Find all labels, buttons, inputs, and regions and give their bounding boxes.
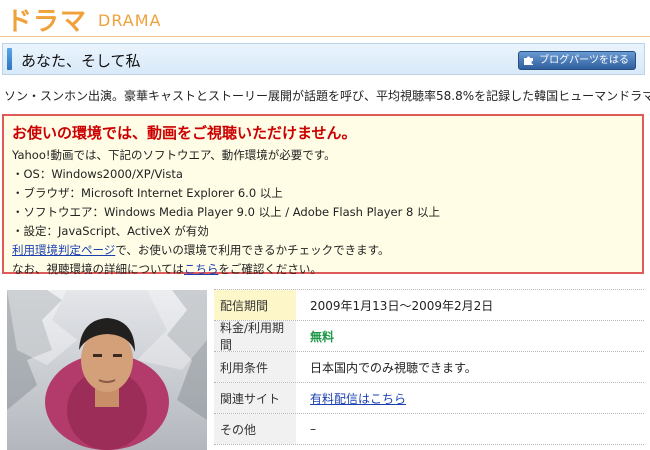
- requirement-software: ・ソフトウエア：Windows Media Player 9.0 以上 / Ad…: [12, 205, 440, 219]
- fee-label: 料金/利用期間: [214, 321, 296, 352]
- requirement-os: ・OS：Windows2000/XP/Vista: [12, 167, 183, 181]
- check-line-text: で、お使いの環境で利用できるかチェックできます。: [115, 243, 390, 257]
- fee-value: 無料: [310, 329, 335, 344]
- requirement-settings: ・設定：JavaScript、ActiveX が有効: [12, 224, 209, 238]
- detail-line: なお、視聴環境の詳細についてはこちらをご確認ください。: [12, 260, 634, 279]
- requirement-browser: ・ブラウザ：Microsoft Internet Explorer 6.0 以上: [12, 186, 283, 200]
- blog-parts-button[interactable]: ブログパーツをはる: [518, 51, 636, 70]
- other-value: –: [310, 422, 316, 436]
- program-title: あなた、そして私: [21, 52, 141, 70]
- blog-parts-label: ブログパーツをはる: [539, 55, 629, 66]
- detail-line-pre: なお、視聴環境の詳細については: [12, 262, 184, 276]
- environment-warning: お使いの環境では、動画をご視聴いただけません。 Yahoo!動画では、下記のソフ…: [2, 114, 644, 276]
- info-row-other: その他 –: [214, 414, 644, 445]
- period-value: 2009年1月13日～2009年2月2日: [310, 298, 494, 313]
- program-info-table: 配信期間 2009年1月13日～2009年2月2日 料金/利用期間 無料 利用条…: [214, 289, 644, 445]
- section-header: ドラマ DRAMA: [0, 0, 650, 37]
- title-accent-bar: [7, 48, 12, 70]
- detail-line-post: をご確認ください。: [218, 262, 322, 276]
- program-description: ソン・スンホン出演。豪華キャストとストーリー展開が話題を呼び、平均視聴率58.8…: [4, 89, 650, 103]
- period-label: 配信期間: [214, 290, 296, 320]
- section-title-jp: ドラマ: [6, 7, 88, 37]
- warning-heading: お使いの環境では、動画をご視聴いただけません。: [12, 124, 357, 142]
- environment-check-link[interactable]: 利用環境判定ページ: [12, 243, 115, 257]
- info-row-period: 配信期間 2009年1月13日～2009年2月2日: [214, 290, 644, 321]
- related-value: 有料配信はこちら: [296, 390, 406, 407]
- terms-value: 日本国内でのみ視聴できます。: [310, 360, 477, 375]
- check-line: 利用環境判定ページで、お使いの環境で利用できるかチェックできます。: [12, 241, 634, 260]
- program-title-bar: あなた、そして私 ブログパーツをはる: [2, 43, 645, 75]
- info-row-fee: 料金/利用期間 無料: [214, 321, 644, 352]
- related-label: 関連サイト: [214, 383, 296, 413]
- paid-distribution-link[interactable]: 有料配信はこちら: [310, 392, 406, 406]
- info-row-terms: 利用条件 日本国内でのみ視聴できます。: [214, 352, 644, 383]
- thumbnail-image: [7, 290, 207, 450]
- program-thumbnail[interactable]: [7, 290, 207, 450]
- other-label: その他: [214, 414, 296, 444]
- info-row-related: 関連サイト 有料配信はこちら: [214, 383, 644, 414]
- requirement-line: Yahoo!動画では、下記のソフトウエア、動作環境が必要です。: [12, 148, 336, 162]
- detail-link[interactable]: こちら: [184, 262, 219, 276]
- section-title-en: DRAMA: [98, 11, 162, 30]
- puzzle-icon: [524, 56, 534, 65]
- terms-label: 利用条件: [214, 352, 296, 382]
